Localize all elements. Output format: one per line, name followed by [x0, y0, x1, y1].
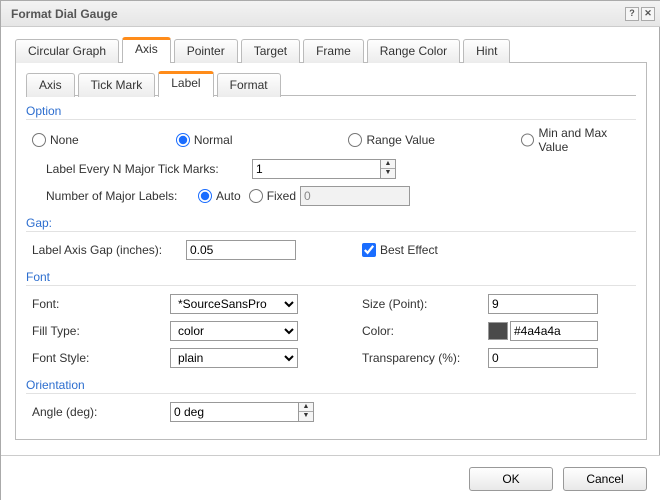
- color-swatch[interactable]: [488, 322, 508, 340]
- radio-range[interactable]: Range Value: [348, 133, 521, 147]
- tab-circular-graph[interactable]: Circular Graph: [15, 39, 119, 63]
- tab-pointer[interactable]: Pointer: [174, 39, 238, 63]
- tab-label: Tick Mark: [91, 78, 143, 92]
- title-bar: Format Dial Gauge ? ✕: [1, 1, 660, 27]
- close-icon[interactable]: ✕: [641, 7, 655, 21]
- color-label: Color:: [362, 324, 482, 338]
- best-effect-check[interactable]: Best Effect: [362, 243, 438, 257]
- font-select[interactable]: *SourceSansPro: [170, 294, 298, 314]
- tab-label: Frame: [316, 44, 351, 58]
- main-tab-bar: Circular Graph Axis Pointer Target Frame…: [15, 39, 647, 63]
- tab-label: Circular Graph: [28, 44, 106, 58]
- label-every-n: Label Every N Major Tick Marks:: [46, 162, 246, 176]
- tab-frame[interactable]: Frame: [303, 39, 364, 63]
- fill-type-select[interactable]: color: [170, 321, 298, 341]
- sub-tab-bar: Axis Tick Mark Label Format: [26, 73, 636, 96]
- chevron-down-icon[interactable]: ▼: [381, 169, 395, 178]
- chevron-down-icon[interactable]: ▼: [299, 412, 313, 421]
- radio-minmax[interactable]: Min and Max Value: [521, 126, 636, 154]
- subtab-axis[interactable]: Axis: [26, 73, 75, 97]
- radio-label: Normal: [194, 133, 233, 147]
- subtab-label[interactable]: Label: [158, 71, 213, 97]
- angle-label: Angle (deg):: [32, 405, 164, 419]
- label-every-n-spin[interactable]: ▲▼: [252, 159, 396, 179]
- radio-label: Min and Max Value: [538, 126, 636, 154]
- window-title: Format Dial Gauge: [11, 1, 118, 27]
- size-label: Size (Point):: [362, 297, 482, 311]
- group-option: Option: [26, 104, 636, 120]
- fixed-value-input[interactable]: [300, 186, 410, 206]
- help-icon[interactable]: ?: [625, 7, 639, 21]
- tab-range-color[interactable]: Range Color: [367, 39, 460, 63]
- radio-label: None: [50, 133, 79, 147]
- dialog-footer: OK Cancel: [1, 455, 660, 501]
- tab-label: Hint: [476, 44, 497, 58]
- main-panel: Axis Tick Mark Label Format Option None …: [15, 63, 647, 440]
- spin-buttons[interactable]: ▲▼: [298, 402, 314, 422]
- radio-label: Range Value: [366, 133, 435, 147]
- ok-button[interactable]: OK: [469, 467, 553, 491]
- group-gap: Gap:: [26, 216, 636, 232]
- size-input[interactable]: [488, 294, 598, 314]
- subtab-tick-mark[interactable]: Tick Mark: [78, 73, 156, 97]
- num-major-label: Number of Major Labels:: [46, 189, 192, 203]
- radio-label: Fixed: [267, 189, 296, 203]
- tab-label: Range Color: [380, 44, 447, 58]
- group-orientation: Orientation: [26, 378, 636, 394]
- radio-auto[interactable]: Auto: [198, 189, 241, 203]
- axis-gap-input[interactable]: [186, 240, 296, 260]
- tab-label: Pointer: [187, 44, 225, 58]
- checkbox-label: Best Effect: [380, 243, 438, 257]
- chevron-up-icon[interactable]: ▲: [299, 403, 313, 412]
- spin-buttons[interactable]: ▲▼: [380, 159, 396, 179]
- radio-fixed[interactable]: Fixed: [249, 189, 296, 203]
- fill-type-label: Fill Type:: [32, 324, 164, 338]
- tab-label: Axis: [135, 42, 158, 56]
- radio-normal[interactable]: Normal: [176, 133, 349, 147]
- chevron-up-icon[interactable]: ▲: [381, 160, 395, 169]
- subtab-format[interactable]: Format: [217, 73, 281, 97]
- axis-gap-label: Label Axis Gap (inches):: [32, 243, 180, 257]
- tab-label: Axis: [39, 78, 62, 92]
- font-label: Font:: [32, 297, 164, 311]
- color-input[interactable]: [510, 321, 598, 341]
- group-font: Font: [26, 270, 636, 286]
- tab-axis[interactable]: Axis: [122, 37, 171, 63]
- tab-hint[interactable]: Hint: [463, 39, 510, 63]
- tab-label: Label: [171, 76, 200, 90]
- tab-label: Format: [230, 78, 268, 92]
- tab-label: Target: [254, 44, 287, 58]
- transp-input[interactable]: [488, 348, 598, 368]
- font-style-select[interactable]: plain: [170, 348, 298, 368]
- transp-label: Transparency (%):: [362, 351, 482, 365]
- radio-label: Auto: [216, 189, 241, 203]
- cancel-button[interactable]: Cancel: [563, 467, 647, 491]
- angle-spin[interactable]: ▲▼: [170, 402, 314, 422]
- label-every-n-input[interactable]: [252, 159, 380, 179]
- radio-none[interactable]: None: [32, 133, 176, 147]
- angle-input[interactable]: [170, 402, 298, 422]
- tab-target[interactable]: Target: [241, 39, 300, 63]
- font-style-label: Font Style:: [32, 351, 164, 365]
